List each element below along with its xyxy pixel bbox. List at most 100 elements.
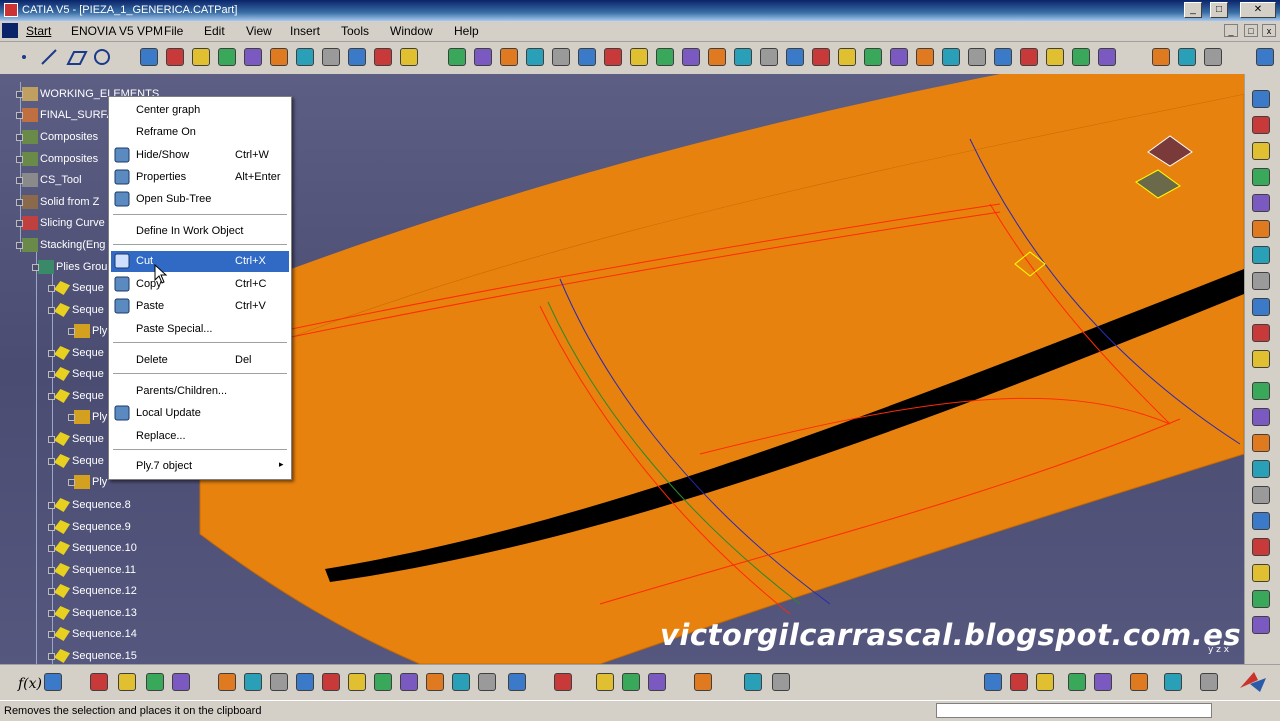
right-toolbar-tool-icon[interactable]: [1252, 298, 1270, 316]
menu-edit[interactable]: Edit: [204, 24, 225, 38]
bottom-toolbar-tool-icon[interactable]: [452, 673, 470, 691]
plane-icon[interactable]: [66, 51, 88, 65]
bottom-toolbar-tool-icon[interactable]: [374, 673, 392, 691]
toolbar-tool-icon[interactable]: [656, 48, 674, 66]
expand-toggle[interactable]: [48, 436, 55, 443]
toolbar-tool-icon[interactable]: [890, 48, 908, 66]
command-input[interactable]: [936, 703, 1212, 718]
bottom-toolbar-tool-icon[interactable]: [1036, 673, 1054, 691]
minimize-button[interactable]: _: [1184, 2, 1202, 18]
expand-toggle[interactable]: [16, 199, 23, 206]
menu-help[interactable]: Help: [454, 24, 479, 38]
toolbar-tool-icon[interactable]: [682, 48, 700, 66]
menu-item-reframe-on[interactable]: Reframe On: [111, 122, 289, 143]
bottom-toolbar-tool-icon[interactable]: [118, 673, 136, 691]
line-icon[interactable]: [41, 49, 57, 65]
toolbar-tool-icon[interactable]: [916, 48, 934, 66]
bottom-toolbar-tool-icon[interactable]: [146, 673, 164, 691]
right-toolbar-tool-icon[interactable]: [1252, 246, 1270, 264]
bottom-toolbar-tool-icon[interactable]: [244, 673, 262, 691]
toolbar-tool-icon[interactable]: [734, 48, 752, 66]
bottom-toolbar-tool-icon[interactable]: [400, 673, 418, 691]
bottom-toolbar-tool-icon[interactable]: [596, 673, 614, 691]
formula-icon[interactable]: f(x): [18, 676, 42, 692]
expand-toggle[interactable]: [48, 588, 55, 595]
toolbar-tool-icon[interactable]: [218, 48, 236, 66]
maximize-button[interactable]: □: [1210, 2, 1228, 18]
menu-item-define-in-work-object[interactable]: Define In Work Object: [111, 221, 289, 242]
toolbar-tool-icon[interactable]: [760, 48, 778, 66]
toolbar-tool-icon[interactable]: [630, 48, 648, 66]
bottom-toolbar-tool-icon[interactable]: [1010, 673, 1028, 691]
toolbar-tool-icon[interactable]: [474, 48, 492, 66]
toolbar-tool-icon[interactable]: [552, 48, 570, 66]
toolbar-tool-icon[interactable]: [708, 48, 726, 66]
bottom-toolbar-tool-icon[interactable]: [90, 673, 108, 691]
toolbar-tool-icon[interactable]: [578, 48, 596, 66]
bottom-toolbar-tool-icon[interactable]: [1200, 673, 1218, 691]
mdi-close-button[interactable]: x: [1262, 24, 1276, 37]
close-button[interactable]: ✕: [1240, 2, 1276, 18]
toolbar-tool-icon[interactable]: [322, 48, 340, 66]
menu-file[interactable]: File: [164, 24, 183, 38]
toolbar-tool-icon[interactable]: [500, 48, 518, 66]
right-toolbar-tool-icon[interactable]: [1252, 194, 1270, 212]
right-toolbar-tool-icon[interactable]: [1252, 434, 1270, 452]
expand-toggle[interactable]: [16, 177, 23, 184]
expand-toggle[interactable]: [16, 156, 23, 163]
menu-item-replace[interactable]: Replace...: [111, 426, 289, 447]
menu-start[interactable]: Start: [26, 24, 51, 38]
bottom-toolbar-tool-icon[interactable]: [744, 673, 762, 691]
expand-toggle[interactable]: [48, 545, 55, 552]
expand-toggle[interactable]: [48, 393, 55, 400]
toolbar-tool-icon[interactable]: [1046, 48, 1064, 66]
toolbar-tool-icon[interactable]: [1256, 48, 1274, 66]
bottom-toolbar-tool-icon[interactable]: [648, 673, 666, 691]
right-toolbar-tool-icon[interactable]: [1252, 142, 1270, 160]
toolbar-tool-icon[interactable]: [1020, 48, 1038, 66]
bottom-toolbar-tool-icon[interactable]: [984, 673, 1002, 691]
menu-item-delete[interactable]: Delete Del: [111, 350, 289, 371]
right-toolbar-tool-icon[interactable]: [1252, 460, 1270, 478]
menu-window[interactable]: Window: [390, 24, 433, 38]
toolbar-tool-icon[interactable]: [968, 48, 986, 66]
bottom-toolbar-tool-icon[interactable]: [1068, 673, 1086, 691]
menu-item-properties[interactable]: Properties Alt+Enter: [111, 167, 289, 188]
point-icon[interactable]: [22, 55, 26, 59]
toolbar-tool-icon[interactable]: [400, 48, 418, 66]
right-toolbar-tool-icon[interactable]: [1252, 168, 1270, 186]
bottom-toolbar-tool-icon[interactable]: [296, 673, 314, 691]
expand-toggle[interactable]: [48, 524, 55, 531]
right-toolbar-tool-icon[interactable]: [1252, 486, 1270, 504]
menu-item-paste-special[interactable]: Paste Special...: [111, 319, 289, 340]
toolbar-tool-icon[interactable]: [812, 48, 830, 66]
bottom-toolbar-tool-icon[interactable]: [1164, 673, 1182, 691]
expand-toggle[interactable]: [32, 264, 39, 271]
right-toolbar-tool-icon[interactable]: [1252, 512, 1270, 530]
expand-toggle[interactable]: [16, 242, 23, 249]
expand-toggle[interactable]: [48, 350, 55, 357]
expand-toggle[interactable]: [48, 458, 55, 465]
toolbar-tool-icon[interactable]: [994, 48, 1012, 66]
expand-toggle[interactable]: [48, 610, 55, 617]
bottom-toolbar-tool-icon[interactable]: [772, 673, 790, 691]
toolbar-tool-icon[interactable]: [374, 48, 392, 66]
toolbar-tool-icon[interactable]: [1152, 48, 1170, 66]
menu-item-parents-children[interactable]: Parents/Children...: [111, 381, 289, 402]
right-toolbar-tool-icon[interactable]: [1252, 90, 1270, 108]
bottom-toolbar-tool-icon[interactable]: [1130, 673, 1148, 691]
menu-item-cut[interactable]: Cut Ctrl+X: [111, 251, 289, 272]
right-toolbar-tool-icon[interactable]: [1252, 382, 1270, 400]
expand-toggle[interactable]: [48, 631, 55, 638]
toolbar-tool-icon[interactable]: [786, 48, 804, 66]
mdi-minimize-button[interactable]: _: [1224, 24, 1238, 37]
bottom-toolbar-tool-icon[interactable]: [322, 673, 340, 691]
expand-toggle[interactable]: [48, 285, 55, 292]
expand-toggle[interactable]: [68, 414, 75, 421]
bottom-toolbar-tool-icon[interactable]: [218, 673, 236, 691]
toolbar-tool-icon[interactable]: [864, 48, 882, 66]
toolbar-tool-icon[interactable]: [1098, 48, 1116, 66]
toolbar-tool-icon[interactable]: [604, 48, 622, 66]
bottom-toolbar-tool-icon[interactable]: [1094, 673, 1112, 691]
bottom-toolbar-tool-icon[interactable]: [554, 673, 572, 691]
